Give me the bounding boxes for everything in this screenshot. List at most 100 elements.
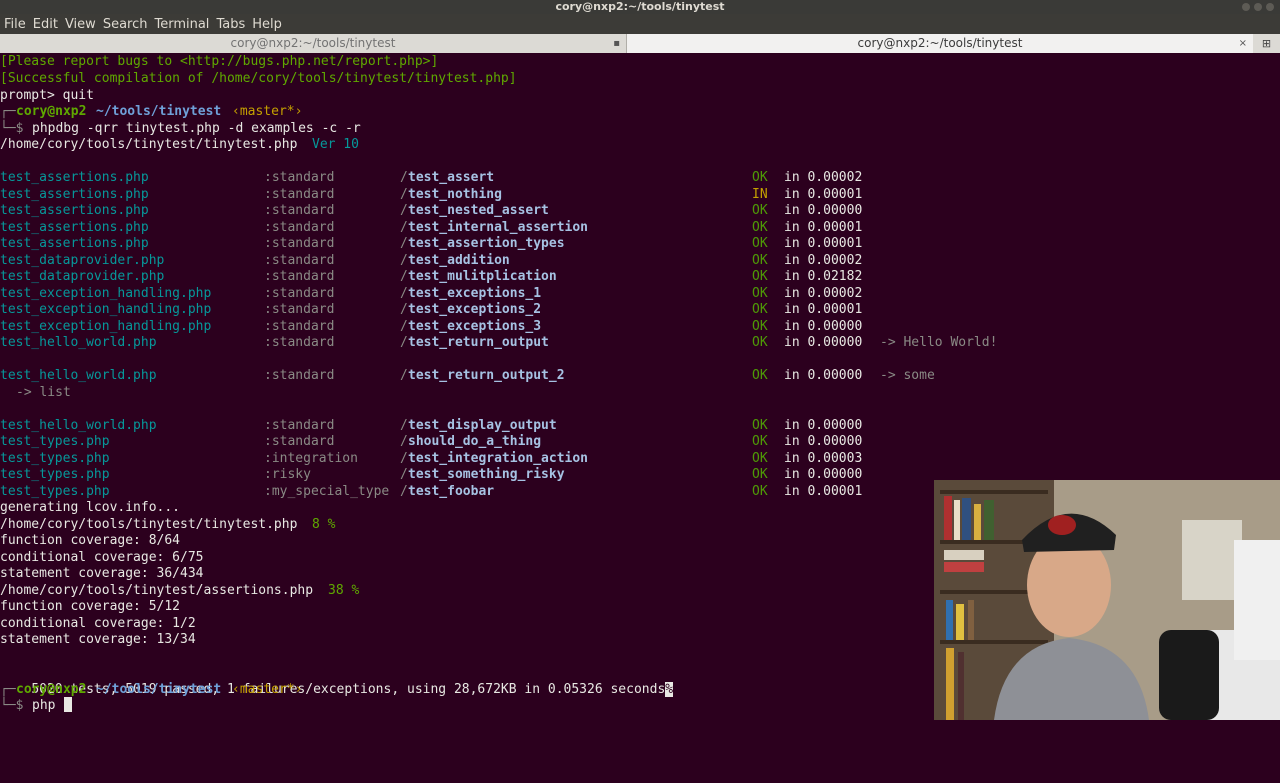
coverage-function: function coverage: 5/12: [0, 599, 181, 614]
coverage-path: /home/cory/tools/tinytest/tinytest.php: [0, 517, 298, 532]
command-text: phpdbg -qrr tinytest.php -d examples -c …: [32, 121, 361, 136]
menu-search[interactable]: Search: [103, 17, 148, 32]
test-time: in 0.00001: [784, 220, 863, 235]
menu-edit[interactable]: Edit: [33, 17, 58, 32]
tab-terminal-1[interactable]: cory@nxp2:~/tools/tinytest ▪: [0, 34, 627, 53]
menu-tabs[interactable]: Tabs: [216, 17, 245, 32]
test-slash: /: [400, 170, 408, 185]
close-tab-icon[interactable]: ×: [1239, 34, 1247, 53]
test-name: test_return_output_2: [408, 368, 565, 383]
test-name: test_assertion_types: [408, 236, 565, 251]
menu-bar: File Edit View Search Terminal Tabs Help: [0, 14, 1280, 34]
test-group: :standard: [264, 269, 335, 284]
prompt-corner: ┌─: [0, 104, 16, 119]
menu-view[interactable]: View: [65, 17, 96, 32]
test-slash: /: [400, 418, 408, 433]
test-file: test_types.php: [0, 434, 110, 449]
test-group: :standard: [264, 335, 335, 350]
coverage-function: function coverage: 8/64: [0, 533, 181, 548]
prompt-corner: ┌─: [0, 682, 16, 697]
test-slash: /: [400, 220, 408, 235]
minimize-button[interactable]: [1242, 3, 1250, 11]
test-file: test_assertions.php: [0, 220, 149, 235]
test-status: OK: [752, 335, 768, 350]
test-file: test_exception_handling.php: [0, 286, 212, 301]
close-tab-icon[interactable]: ▪: [613, 34, 620, 53]
test-name: test_mulitplication: [408, 269, 557, 284]
menu-file[interactable]: File: [4, 17, 26, 32]
prompt-path: ~/tools/tinytest: [96, 104, 222, 119]
test-time: in 0.00001: [784, 484, 863, 499]
prompt-user: cory@nxp2: [16, 682, 87, 697]
maximize-button[interactable]: [1254, 3, 1262, 11]
prompt-branch: ‹master*›: [232, 104, 303, 119]
test-group: :standard: [264, 220, 335, 235]
test-name: test_integration_action: [408, 451, 589, 466]
test-file: test_dataprovider.php: [0, 253, 165, 268]
test-group: :standard: [264, 302, 335, 317]
window-controls: [1242, 3, 1274, 11]
test-slash: /: [400, 368, 408, 383]
tab-terminal-2[interactable]: cory@nxp2:~/tools/tinytest ×: [627, 34, 1253, 53]
test-file: test_assertions.php: [0, 236, 149, 251]
version-path: /home/cory/tools/tinytest/tinytest.php: [0, 137, 298, 152]
test-status: OK: [752, 253, 768, 268]
test-name: test_addition: [408, 253, 510, 268]
test-name: test_exceptions_1: [408, 286, 542, 301]
test-slash: /: [400, 451, 408, 466]
window-title: cory@nxp2:~/tools/tinytest: [555, 0, 725, 13]
prompt-symbol: └─$: [0, 121, 24, 136]
coverage-conditional: conditional coverage: 6/75: [0, 550, 204, 565]
test-file: test_dataprovider.php: [0, 269, 165, 284]
test-time: in 0.00000: [784, 434, 863, 449]
test-slash: /: [400, 253, 408, 268]
test-time: in 0.00001: [784, 187, 863, 202]
test-name: test_foobar: [408, 484, 495, 499]
command-input[interactable]: php: [32, 697, 55, 714]
test-name: test_something_risky: [408, 467, 565, 482]
prompt-symbol: └─$: [0, 698, 24, 713]
test-name: test_nested_assert: [408, 203, 549, 218]
test-name: should_do_a_thing: [408, 434, 542, 449]
summary-end: %: [665, 682, 674, 697]
test-name: test_exceptions_3: [408, 319, 542, 334]
test-time: in 0.00001: [784, 236, 863, 251]
test-file: test_assertions.php: [0, 170, 149, 185]
tab-bar: cory@nxp2:~/tools/tinytest ▪ cory@nxp2:~…: [0, 34, 1280, 53]
test-file: test_hello_world.php: [0, 368, 157, 383]
test-file: test_assertions.php: [0, 187, 149, 202]
tab-label: cory@nxp2:~/tools/tinytest: [857, 36, 1023, 50]
prompt-user: cory@nxp2: [16, 104, 87, 119]
tab-menu-icon[interactable]: ⊞: [1253, 34, 1280, 53]
prompt-line: ┌─ cory@nxp2 ~/tools/tinytest ‹master*›: [0, 103, 302, 120]
test-output: -> some: [880, 368, 935, 383]
coverage-statement: statement coverage: 36/434: [0, 566, 204, 581]
menu-terminal[interactable]: Terminal: [154, 17, 209, 32]
test-slash: /: [400, 187, 408, 202]
test-slash: /: [400, 467, 408, 482]
test-slash: /: [400, 302, 408, 317]
test-group: :standard: [264, 187, 335, 202]
terminal-line: [Please report bugs to <http://bugs.php.…: [0, 54, 439, 69]
test-time: in 0.00000: [784, 467, 863, 482]
test-time: in 0.00002: [784, 170, 863, 185]
test-group: :standard: [264, 253, 335, 268]
test-name: test_return_output: [408, 335, 549, 350]
test-slash: /: [400, 335, 408, 350]
test-file: test_exception_handling.php: [0, 302, 212, 317]
test-time: in 0.00001: [784, 302, 863, 317]
prompt-branch: ‹master*›: [232, 682, 303, 697]
test-file: test_exception_handling.php: [0, 319, 212, 334]
terminal-line: [Successful compilation of /home/cory/to…: [0, 71, 517, 86]
input-line[interactable]: └─$ php: [0, 697, 72, 714]
test-status: OK: [752, 302, 768, 317]
close-button[interactable]: [1266, 3, 1274, 11]
test-group: :my_special_type: [264, 484, 390, 499]
test-time: in 0.00000: [784, 368, 863, 383]
test-status: OK: [752, 220, 768, 235]
test-group: :integration: [264, 451, 358, 466]
test-file: test_types.php: [0, 484, 110, 499]
menu-help[interactable]: Help: [252, 17, 282, 32]
test-status: OK: [752, 418, 768, 433]
coverage-percent: 8 %: [312, 517, 336, 532]
